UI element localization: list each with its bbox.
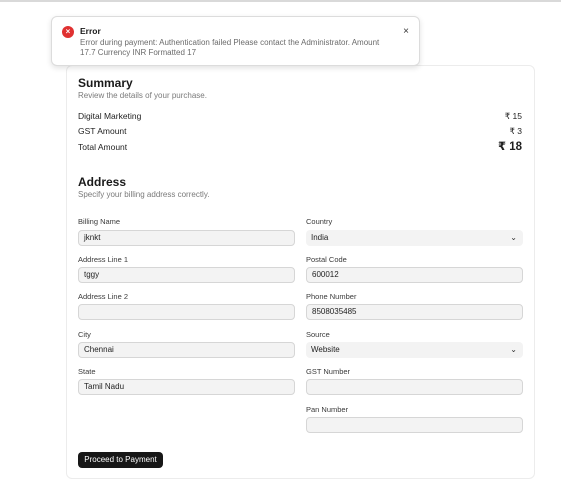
city-label: City: [78, 330, 91, 339]
address-line-2-input[interactable]: [78, 304, 295, 320]
total-label: Total Amount: [78, 142, 128, 152]
chevron-down-icon: ⌄: [510, 345, 517, 354]
source-label: Source: [306, 330, 330, 339]
country-label: Country: [306, 217, 333, 226]
summary-row-label: Digital Marketing: [78, 111, 142, 121]
summary-row-label: GST Amount: [78, 126, 127, 136]
total-value: ₹ 18: [498, 141, 522, 153]
phone-number-label: Phone Number: [306, 292, 357, 301]
pan-number-input[interactable]: [306, 417, 523, 433]
pan-number-label: Pan Number: [306, 405, 349, 414]
address-subtitle: Specify your billing address correctly.: [78, 190, 210, 199]
phone-number-input[interactable]: 8508035485: [306, 304, 523, 320]
error-icon: ×: [62, 26, 74, 38]
proceed-to-payment-button[interactable]: Proceed to Payment: [78, 452, 163, 468]
address-line-1-input[interactable]: tggy: [78, 267, 295, 283]
toast-message: Error during payment: Authentication fai…: [80, 38, 380, 57]
address-line-2-label: Address Line 2: [78, 292, 129, 301]
address-line-1-label: Address Line 1: [78, 255, 129, 264]
source-select[interactable]: Website ⌄: [306, 342, 523, 358]
gst-number-input[interactable]: [306, 379, 523, 395]
address-title: Address: [78, 175, 127, 189]
toast-title: Error: [80, 26, 101, 36]
chevron-down-icon: ⌄: [510, 233, 517, 242]
state-label: State: [78, 367, 96, 376]
country-value: India: [311, 233, 329, 242]
billing-name-input[interactable]: jknkt: [78, 230, 295, 246]
country-select[interactable]: India ⌄: [306, 230, 523, 246]
postal-code-input[interactable]: 600012: [306, 267, 523, 283]
state-input[interactable]: Tamil Nadu: [78, 379, 295, 395]
top-divider: [0, 0, 561, 2]
gst-number-label: GST Number: [306, 367, 351, 376]
postal-code-label: Postal Code: [306, 255, 347, 264]
summary-row-value: ₹ 3: [509, 126, 523, 136]
error-toast: × Error Error during payment: Authentica…: [51, 16, 420, 66]
close-icon[interactable]: ×: [403, 26, 409, 37]
summary-title: Summary: [78, 76, 133, 90]
source-value: Website: [311, 345, 340, 354]
summary-subtitle: Review the details of your purchase.: [78, 91, 207, 100]
summary-row-value: ₹ 15: [504, 111, 522, 121]
city-input[interactable]: Chennai: [78, 342, 295, 358]
billing-name-label: Billing Name: [78, 217, 121, 226]
